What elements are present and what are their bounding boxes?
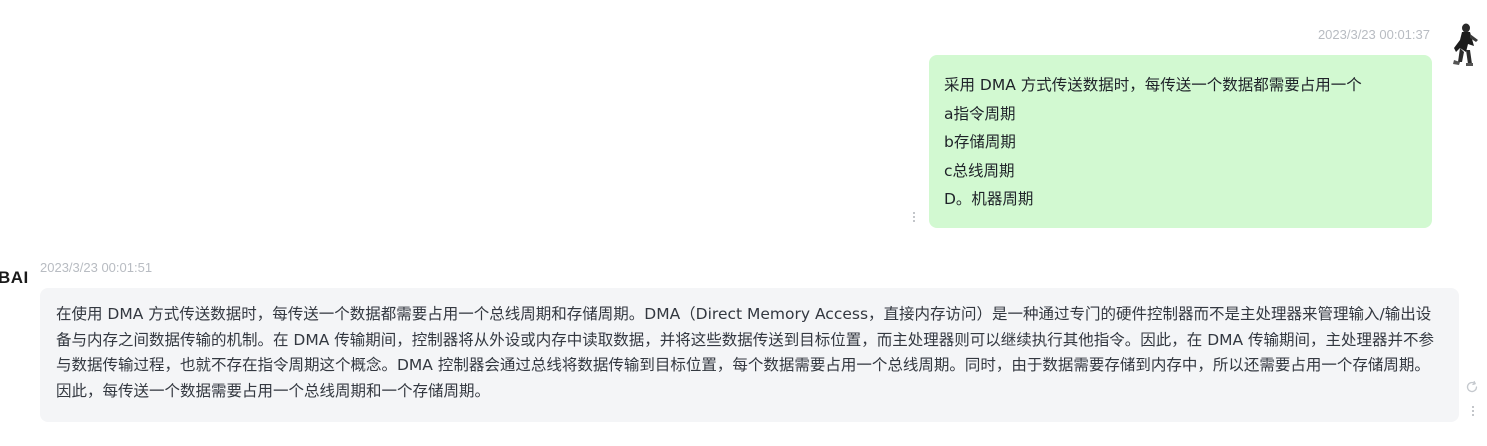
user-avatar-icon[interactable] xyxy=(1448,22,1482,66)
user-message-line: a指令周期 xyxy=(944,104,1016,123)
user-message-more-icon[interactable] xyxy=(912,212,916,222)
ai-avatar: BAI xyxy=(0,268,29,287)
user-message-line: c总线周期 xyxy=(944,161,1015,180)
user-message-bubble: 采用 DMA 方式传送数据时，每传送一个数据都需要占用一个 a指令周期 b存储周… xyxy=(929,55,1432,228)
refresh-icon[interactable] xyxy=(1465,379,1479,393)
ai-message-text: 在使用 DMA 方式传送数据时，每传送一个数据都需要占用一个总线周期和存储周期。… xyxy=(56,305,1435,400)
user-message-timestamp: 2023/3/23 00:01:37 xyxy=(1317,27,1430,42)
user-message-line: b存储周期 xyxy=(944,133,1016,151)
ai-message-bubble: 在使用 DMA 方式传送数据时，每传送一个数据都需要占用一个总线周期和存储周期。… xyxy=(40,288,1459,422)
ai-message-timestamp: 2023/3/23 00:01:51 xyxy=(40,260,153,275)
user-message-line: 采用 DMA 方式传送数据时，每传送一个数据都需要占用一个 xyxy=(944,76,1362,94)
ai-message-more-icon[interactable] xyxy=(1471,406,1475,416)
user-message-line: D。机器周期 xyxy=(944,190,1034,208)
